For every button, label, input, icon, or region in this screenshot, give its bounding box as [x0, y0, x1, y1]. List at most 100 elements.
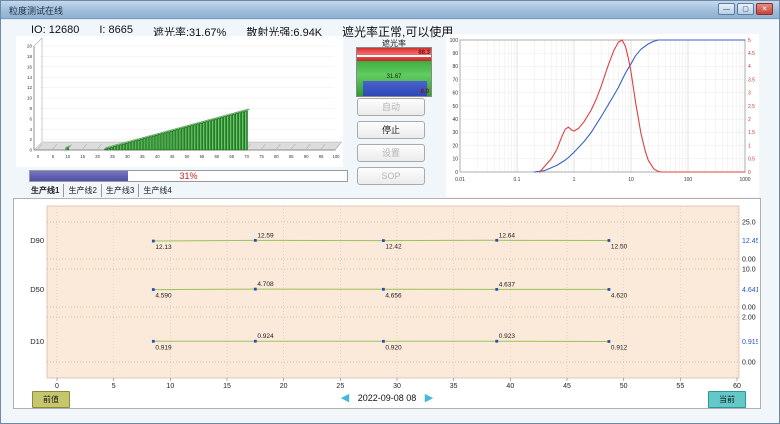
svg-text:12.42: 12.42 — [385, 244, 402, 251]
svg-text:60: 60 — [214, 154, 219, 159]
svg-text:4.5: 4.5 — [748, 51, 755, 57]
svg-text:0.1: 0.1 — [514, 177, 521, 183]
svg-text:5: 5 — [112, 383, 116, 389]
svg-text:30: 30 — [125, 154, 130, 159]
svg-text:25: 25 — [336, 383, 344, 389]
progress-percent-label: 31% — [30, 171, 347, 182]
svg-text:10: 10 — [452, 157, 458, 163]
svg-text:100: 100 — [333, 154, 341, 159]
svg-text:100: 100 — [450, 38, 459, 44]
svg-text:30: 30 — [452, 130, 458, 136]
svg-text:50: 50 — [620, 383, 628, 389]
svg-text:1000: 1000 — [739, 177, 750, 183]
svg-text:80: 80 — [274, 154, 279, 159]
svg-text:10.0: 10.0 — [742, 267, 756, 274]
svg-text:50: 50 — [452, 104, 458, 110]
svg-text:12.50: 12.50 — [611, 244, 628, 251]
next-date-arrow-icon[interactable]: ▶ — [425, 392, 433, 404]
svg-text:25.0: 25.0 — [742, 220, 756, 227]
gauge-title: 遮光率 — [356, 38, 432, 47]
current-button[interactable]: 当前 — [708, 391, 746, 408]
svg-text:4: 4 — [748, 64, 751, 70]
close-icon[interactable]: ✕ — [756, 3, 773, 15]
svg-text:0.01: 0.01 — [455, 177, 465, 183]
svg-text:4.637: 4.637 — [499, 281, 516, 288]
svg-text:55: 55 — [676, 383, 684, 389]
svg-text:0.912: 0.912 — [611, 344, 628, 351]
gauge-value-label: 31.67 — [357, 74, 431, 80]
svg-text:4.708: 4.708 — [257, 281, 274, 288]
size-distribution-chart: 010203040506070809010000.511.522.533.544… — [446, 34, 759, 197]
svg-text:85: 85 — [289, 154, 294, 159]
svg-text:30: 30 — [393, 383, 401, 389]
d-value-trend-chart: 05101520253035404550556025.00.0012.45D90… — [14, 199, 758, 389]
sop-button[interactable]: SOP — [357, 167, 425, 185]
tab-production-line-2[interactable]: 生产线2 — [64, 184, 101, 197]
svg-text:20: 20 — [27, 44, 33, 49]
svg-text:2.00: 2.00 — [742, 315, 756, 322]
control-buttons: 自动 停止 设置 SOP — [357, 98, 425, 190]
svg-text:0: 0 — [455, 170, 458, 176]
svg-text:55: 55 — [200, 154, 205, 159]
tab-production-line-3[interactable]: 生产线3 — [102, 184, 139, 197]
svg-text:65: 65 — [229, 154, 234, 159]
svg-text:12.45: 12.45 — [742, 238, 758, 245]
svg-text:0: 0 — [37, 154, 40, 159]
settings-button[interactable]: 设置 — [357, 144, 425, 162]
svg-text:80: 80 — [452, 64, 458, 70]
svg-text:0.00: 0.00 — [742, 305, 756, 312]
svg-text:0: 0 — [748, 170, 751, 176]
svg-text:70: 70 — [244, 154, 249, 159]
scatter-histogram-chart: 0246810121416182005101520253035404550556… — [16, 36, 343, 167]
svg-text:0.00: 0.00 — [742, 360, 756, 367]
prev-date-arrow-icon[interactable]: ◀ — [341, 392, 349, 404]
gauge-body: 88.3 31.67 0.0 — [356, 47, 432, 97]
svg-text:20: 20 — [280, 383, 288, 389]
tab-production-line-1[interactable]: 生产线1 — [27, 184, 64, 197]
svg-text:60: 60 — [733, 383, 741, 389]
svg-text:90: 90 — [304, 154, 309, 159]
maximize-icon[interactable]: ▢ — [737, 3, 754, 15]
svg-text:8: 8 — [29, 106, 32, 111]
svg-text:90: 90 — [452, 51, 458, 57]
svg-text:15: 15 — [223, 383, 231, 389]
tab-production-line-4[interactable]: 生产线4 — [139, 184, 175, 197]
svg-text:10: 10 — [65, 154, 70, 159]
auto-button[interactable]: 自动 — [357, 98, 425, 116]
svg-text:6: 6 — [29, 116, 32, 121]
svg-text:D50: D50 — [30, 285, 44, 294]
svg-text:20: 20 — [95, 154, 100, 159]
svg-text:0.5: 0.5 — [748, 157, 755, 163]
svg-text:45: 45 — [563, 383, 571, 389]
measure-progress-bar: 31% — [29, 170, 348, 182]
svg-text:3.5: 3.5 — [748, 77, 755, 83]
svg-text:12.59: 12.59 — [257, 232, 274, 239]
svg-text:5: 5 — [52, 154, 55, 159]
svg-text:4.590: 4.590 — [155, 293, 172, 300]
stop-button[interactable]: 停止 — [357, 121, 425, 139]
svg-text:40: 40 — [506, 383, 514, 389]
svg-text:12: 12 — [27, 85, 33, 90]
svg-text:25: 25 — [110, 154, 115, 159]
svg-text:18: 18 — [27, 54, 33, 59]
window-controls: — ▢ ✕ — [718, 3, 773, 15]
svg-text:2.5: 2.5 — [748, 104, 755, 110]
svg-text:95: 95 — [319, 154, 324, 159]
svg-text:14: 14 — [27, 75, 33, 80]
svg-text:35: 35 — [450, 383, 458, 389]
svg-text:4.620: 4.620 — [611, 292, 628, 299]
production-line-tabs: 生产线1 生产线2 生产线3 生产线4 — [27, 184, 176, 197]
svg-text:0.00: 0.00 — [742, 257, 756, 264]
svg-text:12.64: 12.64 — [499, 232, 516, 239]
svg-text:D90: D90 — [30, 236, 44, 245]
svg-text:50: 50 — [185, 154, 190, 159]
svg-text:70: 70 — [452, 77, 458, 83]
svg-text:45: 45 — [170, 154, 175, 159]
svg-text:0: 0 — [29, 148, 32, 153]
svg-text:0.920: 0.920 — [385, 344, 402, 351]
minimize-icon[interactable]: — — [718, 3, 735, 15]
svg-text:3: 3 — [748, 91, 751, 97]
svg-text:4: 4 — [29, 127, 32, 132]
svg-text:10: 10 — [166, 383, 174, 389]
window-title: 粒度测试在线 — [9, 4, 63, 17]
